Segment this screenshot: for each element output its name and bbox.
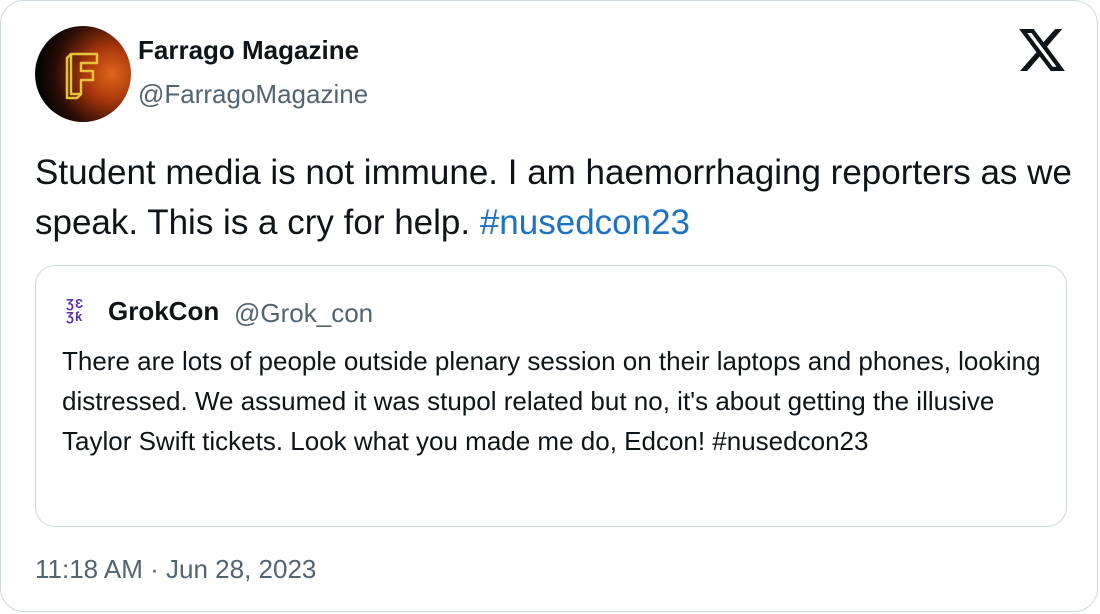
- grokcon-avatar-icon[interactable]: ƷƐ Ʒƙ: [66, 297, 96, 327]
- author-name[interactable]: Farrago Magazine: [138, 35, 359, 66]
- author-handle[interactable]: @FarragoMagazine: [138, 79, 368, 110]
- author-avatar[interactable]: [35, 26, 131, 122]
- x-logo-icon[interactable]: [1019, 29, 1065, 71]
- hashtag-link[interactable]: #nusedcon23: [480, 203, 690, 242]
- quoted-author-name[interactable]: GrokCon: [108, 296, 219, 327]
- tweet-card[interactable]: Farrago Magazine @FarragoMagazine Studen…: [0, 0, 1098, 612]
- tweet-body: Student media is not immune. I am haemor…: [35, 148, 1075, 248]
- avatar-f-letter-icon: [65, 52, 99, 100]
- quoted-author-handle[interactable]: @Grok_con: [234, 298, 373, 329]
- avatar-glyph-bottom: Ʒƙ: [66, 309, 84, 324]
- quoted-tweet[interactable]: ƷƐ Ʒƙ GrokCon @Grok_con There are lots o…: [35, 265, 1067, 527]
- quoted-tweet-text: There are lots of people outside plenary…: [62, 346, 1041, 456]
- tweet-timestamp[interactable]: 11:18 AM · Jun 28, 2023: [35, 554, 316, 585]
